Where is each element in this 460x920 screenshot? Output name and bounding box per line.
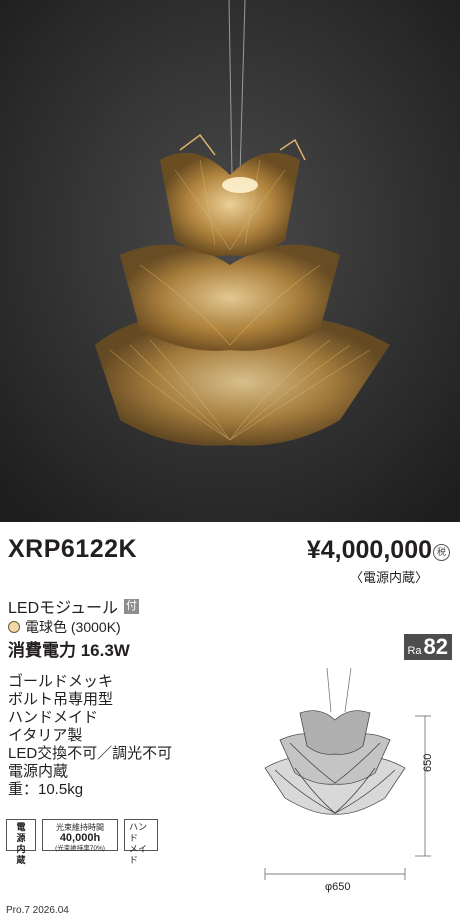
feature-list: ゴールドメッキ ボルト吊専用型 ハンドメイド イタリア製 LED交換不可／調光不… (8, 673, 172, 799)
built-in-power-icon: 電 源 内 蔵 (6, 819, 36, 865)
lifetime-icon: 光束維持時間 40,000h (光束維持率70%) (42, 819, 118, 852)
list-item: ボルト吊専用型 (8, 691, 114, 708)
list-item: ゴールドメッキ (8, 673, 114, 690)
icon-text: メイド (129, 844, 148, 865)
included-tag: 付 (124, 598, 140, 614)
list-item: LED交換不可／調光不可 (8, 745, 173, 762)
price-note: 〈電源内蔵〉 (349, 570, 428, 585)
light-color-label: 電球色 (3000K) (25, 619, 121, 635)
bulb-color-icon (8, 621, 20, 633)
power-consumption: 消費電力 16.3W (8, 641, 130, 660)
ra-badge: Ra 82 (404, 634, 452, 660)
tax-mark: 税 (433, 544, 450, 561)
product-photo (0, 0, 460, 522)
icon-text: 内 蔵 (16, 844, 35, 865)
icon-text: (光束維持率70%) (55, 845, 105, 852)
icon-text: ハンド (129, 822, 148, 843)
list-item: イタリア製 (8, 727, 83, 744)
footer-code: Pro.7 2026.04 (6, 905, 69, 916)
handmade-icon: ハンド メイド (124, 819, 158, 865)
light-source: LEDモジュール 付 (8, 594, 140, 618)
icon-text: 電 源 (16, 822, 35, 843)
price: ¥4,000,000 (306, 536, 432, 564)
ra-label: Ra (407, 645, 422, 657)
dimension-drawing (264, 668, 431, 880)
light-source-label: LEDモジュール (8, 600, 119, 617)
spec-icons: 電 源 内 蔵 光束維持時間 40,000h (光束維持率70%) ハンド メイ… (6, 819, 158, 865)
light-color: 電球色 (3000K) (8, 617, 121, 637)
list-item: 電源内蔵 (8, 763, 69, 780)
height-dimension: 650 (422, 753, 434, 772)
list-item: ハンドメイド (8, 709, 99, 726)
icon-text: 40,000h (59, 832, 101, 844)
diameter-dimension: φ650 (325, 881, 351, 893)
ra-value: 82 (423, 634, 448, 659)
list-item: 重：10.5kg (8, 781, 84, 798)
model-number: XRP6122K (8, 535, 138, 563)
